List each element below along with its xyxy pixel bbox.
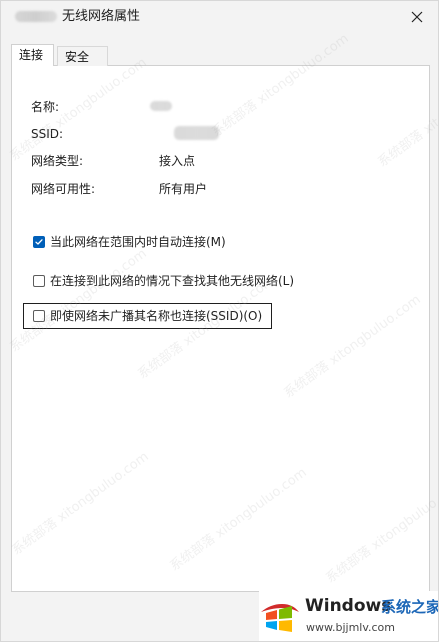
- network-type-label: 网络类型:: [31, 154, 84, 168]
- auto-connect-option[interactable]: 当此网络在范围内时自动连接(M): [33, 233, 226, 251]
- tab-connection[interactable]: 连接: [11, 44, 54, 66]
- close-button[interactable]: [408, 8, 426, 26]
- ssid-value-redacted: [174, 126, 219, 140]
- title-bar: 无线网络属性: [1, 1, 438, 35]
- connect-without-broadcast-option[interactable]: 即使网络未广播其名称也连接(SSID)(O): [33, 307, 262, 325]
- tab-security[interactable]: 安全: [57, 46, 108, 66]
- connect-without-broadcast-label: 即使网络未广播其名称也连接(SSID)(O): [50, 309, 263, 323]
- network-type-value: 接入点: [159, 154, 196, 168]
- look-for-other-networks-checkbox[interactable]: [33, 275, 45, 287]
- name-value-redacted: [150, 101, 172, 111]
- windows-logo-icon: [259, 595, 301, 635]
- network-availability-label: 网络可用性:: [31, 182, 96, 196]
- checkmark-icon: [35, 239, 43, 245]
- windows-brand-text: Windows: [305, 596, 392, 616]
- auto-connect-checkbox[interactable]: [33, 236, 45, 248]
- ssid-label: SSID:: [31, 127, 64, 141]
- name-label: 名称:: [31, 100, 60, 114]
- title-redacted-text: [15, 11, 57, 22]
- window-title: 无线网络属性: [62, 9, 141, 24]
- connection-panel: 名称: SSID: 网络类型: 接入点 网络可用性: 所有用户 当此网络在范围内…: [11, 65, 430, 592]
- branding-badge: Windows 系统之家 www.bjjmlv.com: [259, 591, 439, 641]
- close-icon: [411, 11, 423, 23]
- look-for-other-networks-option[interactable]: 在连接到此网络的情况下查找其他无线网络(L): [33, 272, 294, 290]
- tab-strip: 连接 安全: [11, 44, 429, 66]
- wireless-network-properties-window: 无线网络属性 连接 安全 名称: SSID: 网络类型: 接入点 网络可用性: …: [0, 0, 439, 642]
- network-availability-value: 所有用户: [159, 182, 208, 196]
- system-home-brand-text: 系统之家: [381, 598, 439, 616]
- connect-without-broadcast-checkbox[interactable]: [33, 310, 45, 322]
- auto-connect-label: 当此网络在范围内时自动连接(M): [50, 235, 226, 249]
- look-for-other-networks-label: 在连接到此网络的情况下查找其他无线网络(L): [50, 274, 295, 288]
- branding-url: www.bjjmlv.com: [306, 621, 395, 634]
